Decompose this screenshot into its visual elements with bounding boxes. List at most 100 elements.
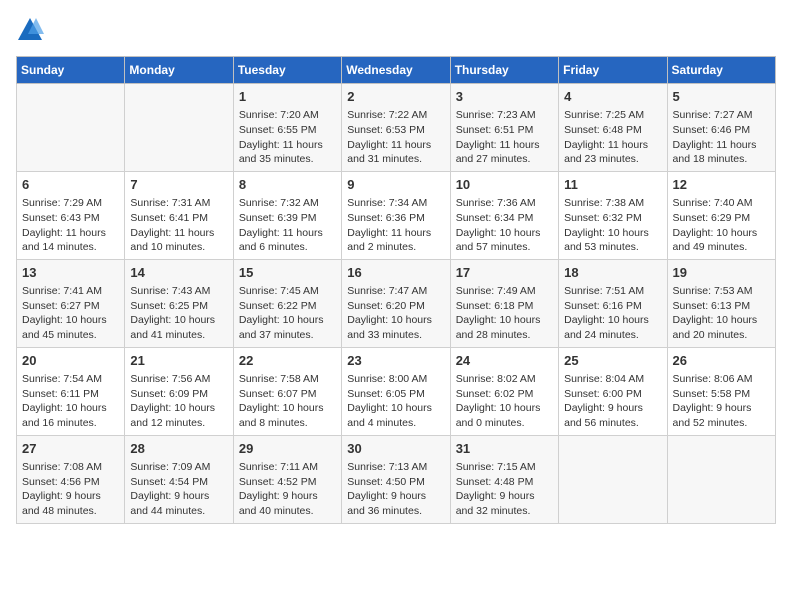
col-header-thursday: Thursday xyxy=(450,57,558,84)
day-info: Sunrise: 7:29 AM Sunset: 6:43 PM Dayligh… xyxy=(22,196,119,255)
calendar-day-cell: 21 Sunrise: 7:56 AM Sunset: 6:09 PM Dayli… xyxy=(125,347,233,435)
day-number: 15 xyxy=(239,264,336,282)
day-info: Sunrise: 7:09 AM Sunset: 4:54 PM Dayligh… xyxy=(130,460,227,519)
calendar-day-cell: 31 Sunrise: 7:15 AM Sunset: 4:48 PM Dayli… xyxy=(450,435,558,523)
day-info: Sunrise: 7:53 AM Sunset: 6:13 PM Dayligh… xyxy=(673,284,770,343)
col-header-saturday: Saturday xyxy=(667,57,775,84)
calendar-day-cell: 8 Sunrise: 7:32 AM Sunset: 6:39 PM Daylig… xyxy=(233,171,341,259)
day-number: 12 xyxy=(673,176,770,194)
day-number: 4 xyxy=(564,88,661,106)
day-number: 25 xyxy=(564,352,661,370)
calendar-day-cell: 30 Sunrise: 7:13 AM Sunset: 4:50 PM Dayli… xyxy=(342,435,450,523)
col-header-tuesday: Tuesday xyxy=(233,57,341,84)
day-info: Sunrise: 7:31 AM Sunset: 6:41 PM Dayligh… xyxy=(130,196,227,255)
day-number: 29 xyxy=(239,440,336,458)
day-number: 10 xyxy=(456,176,553,194)
day-number: 1 xyxy=(239,88,336,106)
calendar-day-cell: 7Sunrise: 7:31 AM Sunset: 6:41 PM Daylig… xyxy=(125,171,233,259)
logo-icon xyxy=(16,16,44,44)
page-header xyxy=(16,16,776,44)
calendar-day-cell xyxy=(125,84,233,172)
calendar-day-cell: 5Sunrise: 7:27 AM Sunset: 6:46 PM Daylig… xyxy=(667,84,775,172)
calendar-week-row: 1 Sunrise: 7:20 AM Sunset: 6:55 PM Daylig… xyxy=(17,84,776,172)
calendar-day-cell xyxy=(17,84,125,172)
day-number: 24 xyxy=(456,352,553,370)
day-info: Sunrise: 7:38 AM Sunset: 6:32 PM Dayligh… xyxy=(564,196,661,255)
day-info: Sunrise: 7:51 AM Sunset: 6:16 PM Dayligh… xyxy=(564,284,661,343)
day-number: 19 xyxy=(673,264,770,282)
calendar-week-row: 13 Sunrise: 7:41 AM Sunset: 6:27 PM Dayli… xyxy=(17,259,776,347)
day-number: 23 xyxy=(347,352,444,370)
day-info: Sunrise: 7:13 AM Sunset: 4:50 PM Dayligh… xyxy=(347,460,444,519)
day-number: 18 xyxy=(564,264,661,282)
day-number: 2 xyxy=(347,88,444,106)
day-info: Sunrise: 7:45 AM Sunset: 6:22 PM Dayligh… xyxy=(239,284,336,343)
calendar-day-cell: 14 Sunrise: 7:43 AM Sunset: 6:25 PM Dayli… xyxy=(125,259,233,347)
calendar-day-cell: 4Sunrise: 7:25 AM Sunset: 6:48 PM Daylig… xyxy=(559,84,667,172)
day-info: Sunrise: 7:27 AM Sunset: 6:46 PM Dayligh… xyxy=(673,108,770,167)
day-number: 17 xyxy=(456,264,553,282)
day-number: 9 xyxy=(347,176,444,194)
calendar-day-cell: 28 Sunrise: 7:09 AM Sunset: 4:54 PM Dayli… xyxy=(125,435,233,523)
day-info: Sunrise: 7:43 AM Sunset: 6:25 PM Dayligh… xyxy=(130,284,227,343)
day-number: 3 xyxy=(456,88,553,106)
day-number: 14 xyxy=(130,264,227,282)
calendar-day-cell: 18 Sunrise: 7:51 AM Sunset: 6:16 PM Dayli… xyxy=(559,259,667,347)
calendar-table: SundayMondayTuesdayWednesdayThursdayFrid… xyxy=(16,56,776,524)
col-header-wednesday: Wednesday xyxy=(342,57,450,84)
calendar-day-cell: 16 Sunrise: 7:47 AM Sunset: 6:20 PM Dayli… xyxy=(342,259,450,347)
day-number: 20 xyxy=(22,352,119,370)
calendar-week-row: 27Sunrise: 7:08 AM Sunset: 4:56 PM Dayli… xyxy=(17,435,776,523)
calendar-day-cell: 23Sunrise: 8:00 AM Sunset: 6:05 PM Dayli… xyxy=(342,347,450,435)
day-number: 30 xyxy=(347,440,444,458)
calendar-week-row: 6Sunrise: 7:29 AM Sunset: 6:43 PM Daylig… xyxy=(17,171,776,259)
calendar-day-cell: 6Sunrise: 7:29 AM Sunset: 6:43 PM Daylig… xyxy=(17,171,125,259)
logo xyxy=(16,16,48,44)
day-info: Sunrise: 8:04 AM Sunset: 6:00 PM Dayligh… xyxy=(564,372,661,431)
calendar-day-cell: 19 Sunrise: 7:53 AM Sunset: 6:13 PM Dayli… xyxy=(667,259,775,347)
calendar-header-row: SundayMondayTuesdayWednesdayThursdayFrid… xyxy=(17,57,776,84)
calendar-day-cell: 22 Sunrise: 7:58 AM Sunset: 6:07 PM Dayli… xyxy=(233,347,341,435)
calendar-day-cell: 2 Sunrise: 7:22 AM Sunset: 6:53 PM Daylig… xyxy=(342,84,450,172)
day-number: 8 xyxy=(239,176,336,194)
day-number: 21 xyxy=(130,352,227,370)
day-info: Sunrise: 7:58 AM Sunset: 6:07 PM Dayligh… xyxy=(239,372,336,431)
calendar-day-cell: 13 Sunrise: 7:41 AM Sunset: 6:27 PM Dayli… xyxy=(17,259,125,347)
day-info: Sunrise: 7:11 AM Sunset: 4:52 PM Dayligh… xyxy=(239,460,336,519)
day-info: Sunrise: 7:34 AM Sunset: 6:36 PM Dayligh… xyxy=(347,196,444,255)
day-info: Sunrise: 7:47 AM Sunset: 6:20 PM Dayligh… xyxy=(347,284,444,343)
day-info: Sunrise: 7:56 AM Sunset: 6:09 PM Dayligh… xyxy=(130,372,227,431)
day-info: Sunrise: 7:20 AM Sunset: 6:55 PM Dayligh… xyxy=(239,108,336,167)
col-header-friday: Friday xyxy=(559,57,667,84)
calendar-day-cell: 15 Sunrise: 7:45 AM Sunset: 6:22 PM Dayli… xyxy=(233,259,341,347)
col-header-sunday: Sunday xyxy=(17,57,125,84)
day-info: Sunrise: 8:06 AM Sunset: 5:58 PM Dayligh… xyxy=(673,372,770,431)
calendar-day-cell: 26 Sunrise: 8:06 AM Sunset: 5:58 PM Dayli… xyxy=(667,347,775,435)
day-number: 16 xyxy=(347,264,444,282)
calendar-week-row: 20Sunrise: 7:54 AM Sunset: 6:11 PM Dayli… xyxy=(17,347,776,435)
calendar-day-cell: 27Sunrise: 7:08 AM Sunset: 4:56 PM Dayli… xyxy=(17,435,125,523)
calendar-day-cell: 20Sunrise: 7:54 AM Sunset: 6:11 PM Dayli… xyxy=(17,347,125,435)
day-info: Sunrise: 7:40 AM Sunset: 6:29 PM Dayligh… xyxy=(673,196,770,255)
calendar-day-cell xyxy=(559,435,667,523)
day-number: 31 xyxy=(456,440,553,458)
calendar-day-cell: 12 Sunrise: 7:40 AM Sunset: 6:29 PM Dayli… xyxy=(667,171,775,259)
calendar-day-cell: 17 Sunrise: 7:49 AM Sunset: 6:18 PM Dayli… xyxy=(450,259,558,347)
day-info: Sunrise: 7:32 AM Sunset: 6:39 PM Dayligh… xyxy=(239,196,336,255)
day-number: 27 xyxy=(22,440,119,458)
calendar-day-cell: 25 Sunrise: 8:04 AM Sunset: 6:00 PM Dayli… xyxy=(559,347,667,435)
col-header-monday: Monday xyxy=(125,57,233,84)
day-info: Sunrise: 7:15 AM Sunset: 4:48 PM Dayligh… xyxy=(456,460,553,519)
day-info: Sunrise: 8:02 AM Sunset: 6:02 PM Dayligh… xyxy=(456,372,553,431)
calendar-day-cell: 10 Sunrise: 7:36 AM Sunset: 6:34 PM Dayli… xyxy=(450,171,558,259)
day-info: Sunrise: 7:49 AM Sunset: 6:18 PM Dayligh… xyxy=(456,284,553,343)
day-number: 26 xyxy=(673,352,770,370)
day-number: 11 xyxy=(564,176,661,194)
day-number: 28 xyxy=(130,440,227,458)
day-info: Sunrise: 7:41 AM Sunset: 6:27 PM Dayligh… xyxy=(22,284,119,343)
day-number: 22 xyxy=(239,352,336,370)
day-info: Sunrise: 7:22 AM Sunset: 6:53 PM Dayligh… xyxy=(347,108,444,167)
day-number: 13 xyxy=(22,264,119,282)
day-info: Sunrise: 7:36 AM Sunset: 6:34 PM Dayligh… xyxy=(456,196,553,255)
calendar-day-cell: 24 Sunrise: 8:02 AM Sunset: 6:02 PM Dayli… xyxy=(450,347,558,435)
